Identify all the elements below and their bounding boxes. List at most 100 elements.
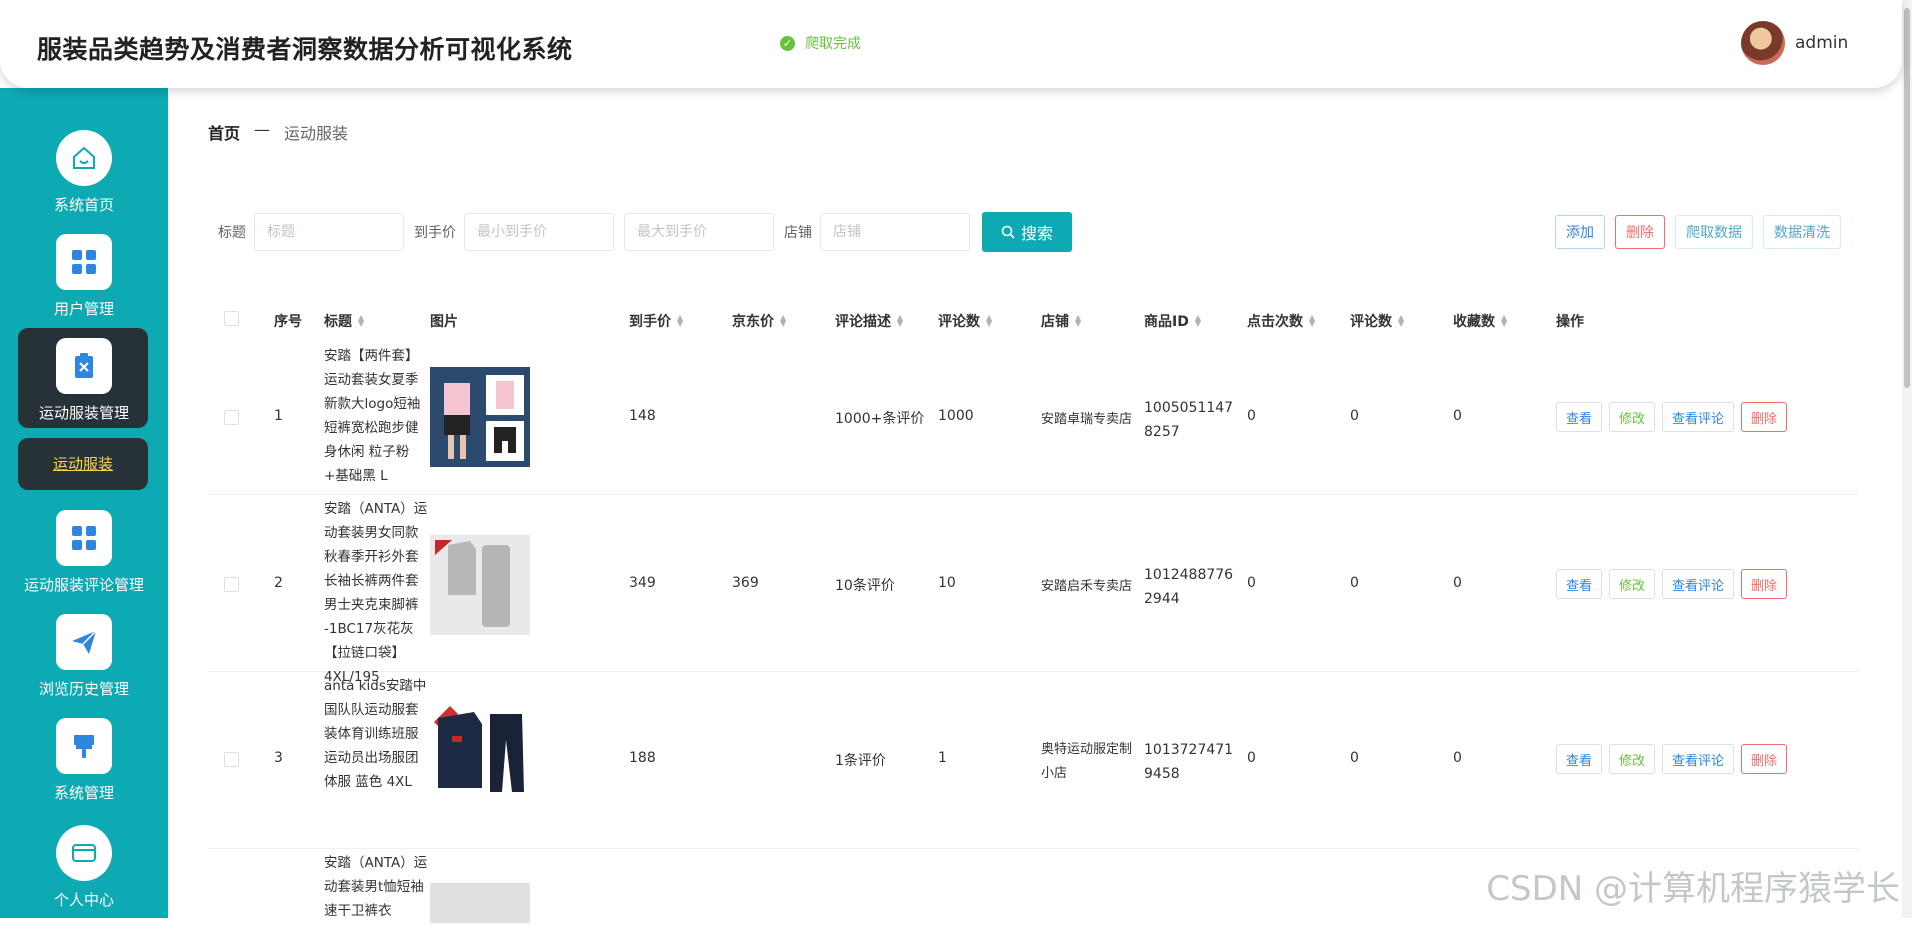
sidebar-item-sportswear-comments[interactable]: 运动服装评论管理 bbox=[0, 510, 168, 595]
row-clicks: 0 bbox=[1247, 575, 1256, 591]
select-all-checkbox[interactable] bbox=[224, 311, 239, 326]
col-store[interactable]: 店铺 ▲ ▼ bbox=[1041, 311, 1081, 331]
product-image[interactable] bbox=[430, 700, 530, 800]
card-icon bbox=[56, 825, 112, 881]
col-price[interactable]: 到手价 ▲ ▼ bbox=[629, 311, 683, 331]
home-icon bbox=[56, 130, 112, 186]
sort-icon[interactable]: ▲ ▼ bbox=[358, 314, 364, 328]
row-index: 3 bbox=[274, 750, 283, 766]
row-title: 安踏（ANTA）运动套装男t恤短袖速干卫裤衣 bbox=[324, 855, 428, 919]
delete-button[interactable]: 删除 bbox=[1615, 215, 1665, 249]
col-actions: 操作 bbox=[1556, 314, 1584, 330]
row-actions: 查看 修改 查看评论 删除 bbox=[1556, 744, 1788, 774]
col-favorites[interactable]: 收藏数 ▲ ▼ bbox=[1453, 311, 1507, 331]
paper-plane-icon bbox=[56, 614, 112, 670]
product-image[interactable] bbox=[430, 535, 530, 635]
col-clicks[interactable]: 点击次数 ▲ ▼ bbox=[1247, 311, 1315, 331]
row-price: 148 bbox=[629, 408, 656, 424]
row-comment-desc: 10条评价 bbox=[835, 578, 895, 594]
row-store: 奥特运动服定制小店 bbox=[1041, 742, 1133, 781]
view-button[interactable]: 查看 bbox=[1556, 744, 1603, 774]
row-index: 2 bbox=[274, 575, 283, 591]
view-comments-button[interactable]: 查看评论 bbox=[1662, 402, 1735, 432]
title-input[interactable] bbox=[254, 213, 404, 251]
view-comments-button[interactable]: 查看评论 bbox=[1662, 569, 1735, 599]
row-store: 安踏启禾专卖店 bbox=[1041, 579, 1133, 594]
sort-icon[interactable]: ▲ ▼ bbox=[780, 314, 786, 328]
row-index: 1 bbox=[274, 408, 283, 424]
row-comment-count: 10 bbox=[938, 575, 956, 591]
row-price: 349 bbox=[629, 575, 656, 591]
col-comment-count[interactable]: 评论数 ▲ ▼ bbox=[938, 311, 992, 331]
page-scrollbar[interactable] bbox=[1902, 0, 1912, 918]
max-price-input[interactable] bbox=[624, 213, 774, 251]
sort-icon[interactable]: ▲ ▼ bbox=[986, 314, 992, 328]
table-row: 1 安踏【两件套】运动套装女夏季新款大logo短袖短裤宽松跑步健身休闲 粒子粉+… bbox=[208, 340, 1858, 495]
crawl-status-text: 爬取完成 bbox=[805, 36, 861, 52]
search-button[interactable]: 搜索 bbox=[982, 212, 1072, 252]
row-clicks: 0 bbox=[1247, 408, 1256, 424]
store-input[interactable] bbox=[820, 213, 970, 251]
sidebar-item-sportswear[interactable]: 运动服装管理 bbox=[0, 338, 168, 423]
row-actions: 查看 修改 查看评论 删除 bbox=[1556, 569, 1788, 599]
sidebar-subitem-sportswear[interactable]: 运动服装 bbox=[18, 438, 148, 490]
row-checkbox[interactable] bbox=[224, 410, 239, 425]
col-product-id[interactable]: 商品ID ▲ ▼ bbox=[1144, 311, 1201, 331]
scrollbar-thumb[interactable] bbox=[1904, 8, 1910, 388]
row-store: 安踏卓瑞专卖店 bbox=[1041, 412, 1133, 427]
row-favorites: 0 bbox=[1453, 750, 1462, 766]
avatar[interactable] bbox=[1741, 21, 1785, 65]
sort-icon[interactable]: ▲ ▼ bbox=[1195, 314, 1201, 328]
sort-icon[interactable]: ▲ ▼ bbox=[1075, 314, 1081, 328]
breadcrumb-home[interactable]: 首页 bbox=[208, 120, 240, 144]
row-title: 安踏【两件套】运动套装女夏季新款大logo短袖短裤宽松跑步健身休闲 粒子粉+基础… bbox=[324, 348, 421, 484]
col-comment-desc[interactable]: 评论描述 ▲ ▼ bbox=[835, 311, 903, 331]
sort-icon[interactable]: ▲ ▼ bbox=[1501, 314, 1507, 328]
toolbar: 添加 删除 爬取数据 数据清洗 bbox=[1555, 215, 1841, 249]
add-button[interactable]: 添加 bbox=[1555, 215, 1605, 249]
row-delete-button[interactable]: 删除 bbox=[1741, 744, 1788, 774]
row-favorites: 0 bbox=[1453, 408, 1462, 424]
view-button[interactable]: 查看 bbox=[1556, 569, 1603, 599]
sidebar-item-system[interactable]: 系统管理 bbox=[0, 718, 168, 803]
edit-button[interactable]: 修改 bbox=[1609, 569, 1656, 599]
sidebar-item-label: 浏览历史管理 bbox=[38, 680, 129, 698]
sidebar-item-home[interactable]: 系统首页 bbox=[0, 130, 168, 215]
col-image: 图片 bbox=[430, 314, 458, 330]
col-jd-price[interactable]: 京东价 ▲ ▼ bbox=[732, 311, 786, 331]
row-checkbox[interactable] bbox=[224, 577, 239, 592]
col-title[interactable]: 标题 ▲ ▼ bbox=[324, 311, 364, 331]
sidebar-item-profile[interactable]: 个人中心 bbox=[0, 825, 168, 910]
product-image-graphic bbox=[434, 706, 524, 792]
sidebar-item-users[interactable]: 用户管理 bbox=[0, 234, 168, 319]
view-button[interactable]: 查看 bbox=[1556, 402, 1603, 432]
sort-icon[interactable]: ▲ ▼ bbox=[897, 314, 903, 328]
crawl-data-button[interactable]: 爬取数据 bbox=[1675, 215, 1753, 249]
edit-button[interactable]: 修改 bbox=[1609, 402, 1656, 432]
user-menu[interactable]: admin bbox=[1741, 21, 1848, 65]
check-circle-icon: ✓ bbox=[780, 35, 795, 51]
price-label: 到手价 bbox=[414, 225, 456, 241]
row-clicks: 0 bbox=[1247, 750, 1256, 766]
row-checkbox[interactable] bbox=[224, 752, 239, 767]
sidebar-item-label: 系统管理 bbox=[53, 784, 114, 802]
sort-icon[interactable]: ▲ ▼ bbox=[1309, 314, 1315, 328]
row-delete-button[interactable]: 删除 bbox=[1741, 402, 1788, 432]
username[interactable]: admin bbox=[1795, 33, 1848, 53]
min-price-input[interactable] bbox=[464, 213, 614, 251]
sidebar-item-history[interactable]: 浏览历史管理 bbox=[0, 614, 168, 699]
data-clean-button[interactable]: 数据清洗 bbox=[1763, 215, 1841, 249]
sort-icon[interactable]: ▲ ▼ bbox=[1398, 314, 1404, 328]
crawl-status: ✓ 爬取完成 bbox=[780, 33, 861, 53]
product-image[interactable] bbox=[430, 367, 530, 467]
row-product-id: 10137274719458 bbox=[1144, 742, 1234, 782]
sidebar-item-label: 运动服装评论管理 bbox=[23, 576, 144, 594]
col-comments[interactable]: 评论数 ▲ ▼ bbox=[1350, 311, 1404, 331]
view-comments-button[interactable]: 查看评论 bbox=[1662, 744, 1735, 774]
product-image[interactable] bbox=[430, 883, 530, 923]
store-label: 店铺 bbox=[784, 225, 812, 241]
row-delete-button[interactable]: 删除 bbox=[1741, 569, 1788, 599]
sort-icon[interactable]: ▲ ▼ bbox=[677, 314, 683, 328]
row-comment-count: 1 bbox=[938, 750, 947, 766]
edit-button[interactable]: 修改 bbox=[1609, 744, 1656, 774]
